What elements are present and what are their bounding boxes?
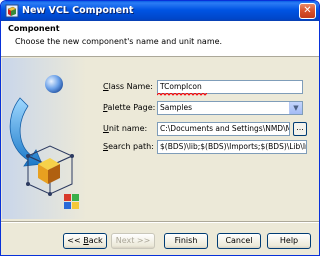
- class-name-row: Class Name: TCompIcon: [101, 80, 311, 96]
- search-path-input[interactable]: $(BDS)\lib;$(BDS)\Imports;$(BDS)\Lib\Ind…: [157, 140, 307, 154]
- vcl-component-icon: [5, 4, 19, 18]
- close-button[interactable]: ✕: [299, 3, 316, 19]
- class-name-label: Class Name:: [103, 82, 153, 91]
- page-subtitle: Choose the new component's name and unit…: [15, 37, 223, 46]
- back-button[interactable]: << Back: [63, 233, 107, 249]
- component-cube-illustration: [2, 58, 86, 219]
- spellcheck-underline: [157, 93, 207, 96]
- search-path-label: Search path:: [103, 142, 154, 151]
- help-button[interactable]: Help: [267, 233, 311, 249]
- unit-name-row: Unit name: C:\Documents and Settings\NMD…: [101, 122, 311, 136]
- next-button[interactable]: Next >>: [111, 233, 155, 249]
- new-vcl-component-dialog: New VCL Component ✕ Component Choose the…: [0, 0, 320, 256]
- search-path-row: Search path: $(BDS)\lib;$(BDS)\Imports;$…: [101, 140, 311, 154]
- close-icon: ✕: [303, 5, 312, 16]
- cancel-button[interactable]: Cancel: [217, 233, 261, 249]
- footer-divider: [1, 221, 319, 223]
- page-title: Component: [8, 24, 60, 33]
- window-title: New VCL Component: [22, 5, 134, 16]
- title-bar[interactable]: New VCL Component ✕: [1, 1, 319, 21]
- browse-unit-button[interactable]: ...: [293, 122, 307, 136]
- palette-page-row: Palette Page: Samples ▼: [101, 101, 311, 115]
- palette-page-select[interactable]: Samples ▼: [157, 101, 303, 115]
- wizard-header: Component Choose the new component's nam…: [1, 21, 319, 57]
- class-name-input[interactable]: TCompIcon: [157, 80, 303, 94]
- palette-page-label: Palette Page:: [103, 103, 156, 112]
- unit-name-label: Unit name:: [103, 124, 148, 133]
- finish-button[interactable]: Finish: [164, 233, 208, 249]
- unit-name-input[interactable]: C:\Documents and Settings\NMD\Мои докум: [157, 122, 290, 136]
- chevron-down-icon[interactable]: ▼: [289, 102, 302, 114]
